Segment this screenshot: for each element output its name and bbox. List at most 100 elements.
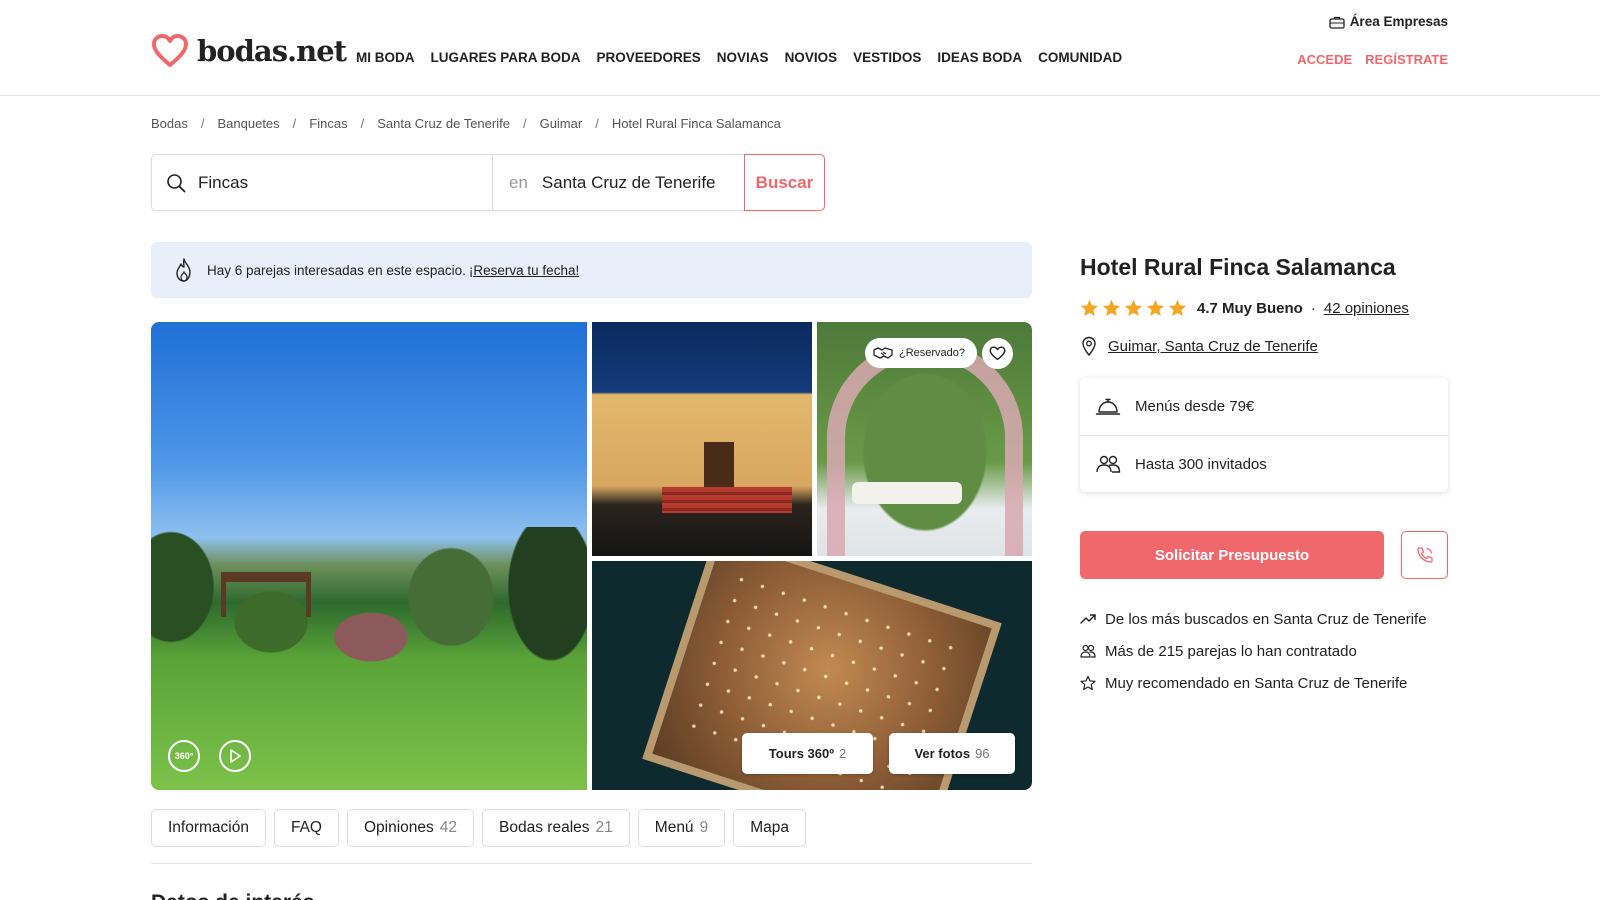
photo-gallery: 360° ¿Reservado? Tours 360º 2 Ver fotos … [151, 322, 1032, 790]
highlight-item: De los más buscados en Santa Cruz de Ten… [1080, 603, 1427, 635]
guests-text: Hasta 300 invitados [1135, 455, 1267, 473]
tab-menu[interactable]: Menú 9 [637, 809, 726, 847]
rating-score: 4.7 Muy Bueno [1197, 299, 1303, 317]
highlight-text: Más de 215 parejas lo han contratado [1105, 642, 1357, 660]
nav-ideas-boda[interactable]: IDEAS BODA [937, 50, 1022, 65]
view-photos-button[interactable]: Ver fotos 96 [889, 733, 1015, 774]
breadcrumb-separator: / [200, 116, 205, 131]
star-icon [1146, 299, 1165, 317]
favorite-button[interactable] [982, 338, 1013, 369]
venue-info-card: Menús desde 79€ Hasta 300 invitados [1080, 378, 1448, 492]
area-empresas-link[interactable]: Área Empresas [1329, 14, 1448, 29]
star-icon [1124, 299, 1143, 317]
nav-comunidad[interactable]: COMUNIDAD [1038, 50, 1122, 65]
breadcrumb-bodas[interactable]: Bodas [151, 116, 188, 131]
breadcrumb-separator: / [292, 116, 297, 131]
tab-label: Mapa [750, 819, 789, 836]
cloche-icon [1095, 398, 1121, 415]
reservado-button[interactable]: ¿Reservado? [865, 338, 978, 368]
view-photos-count: 96 [975, 746, 990, 761]
login-link[interactable]: ACCEDE [1297, 52, 1352, 67]
search-location-prefix: en [509, 172, 528, 192]
handshake-icon [873, 347, 893, 359]
section-tabs: Información FAQ Opiniones 42 Bodas reales… [151, 809, 806, 847]
tab-label: Opiniones [364, 819, 434, 836]
tour-360-label: 360° [174, 751, 194, 761]
photo-trees-decoration [151, 527, 587, 667]
tab-label: Información [168, 819, 249, 836]
nav-novias[interactable]: NOVIAS [717, 50, 769, 65]
breadcrumb-santa-cruz[interactable]: Santa Cruz de Tenerife [377, 116, 510, 131]
rating-stars [1080, 299, 1187, 317]
search-category-field[interactable]: Fincas [152, 155, 493, 210]
banner-text: Hay 6 parejas interesadas en este espaci… [207, 262, 466, 278]
phone-button[interactable] [1401, 531, 1448, 579]
logo-text: bodas.net [197, 34, 347, 68]
people-icon [1096, 455, 1121, 473]
nav-mi-boda[interactable]: MI BODA [356, 50, 415, 65]
breadcrumb-banquetes[interactable]: Banquetes [218, 116, 280, 131]
tab-count: 21 [595, 819, 613, 836]
gallery-photo-garden[interactable]: 360° [151, 322, 587, 790]
venue-rating: 4.7 Muy Bueno · 42 opiniones [1080, 299, 1409, 317]
banner-reserve-link[interactable]: ¡Reserva tu fecha! [469, 263, 579, 278]
site-header: bodas.net MI BODA LUGARES PARA BODA PROV… [0, 0, 1600, 96]
photo-bench-decoration [852, 482, 962, 504]
search-icon [167, 173, 186, 192]
auth-links: ACCEDE REGÍSTRATE [1297, 52, 1448, 67]
tab-faq[interactable]: FAQ [273, 809, 339, 847]
highlight-item: Muy recomendado en Santa Cruz de Tenerif… [1080, 667, 1427, 699]
main-nav: MI BODA LUGARES PARA BODA PROVEEDORES NO… [356, 50, 1122, 65]
map-pin-icon [1082, 336, 1096, 356]
area-empresas-label: Área Empresas [1349, 14, 1448, 29]
photo-flower-arch-decoration [827, 340, 1023, 556]
phone-icon [1416, 547, 1433, 563]
search-bar: Fincas en Santa Cruz de Tenerife Buscar [151, 154, 825, 211]
tab-count: 42 [439, 819, 458, 836]
tab-label: Menú [654, 819, 694, 836]
reviews-link[interactable]: 42 opiniones [1324, 300, 1409, 317]
nav-novios[interactable]: NOVIOS [785, 50, 838, 65]
view-photos-label: Ver fotos [914, 746, 971, 761]
tab-bodas-reales[interactable]: Bodas reales 21 [482, 809, 630, 847]
menu-price-text: Menús desde 79€ [1135, 398, 1255, 415]
tab-informacion[interactable]: Información [151, 809, 266, 847]
menu-price-row: Menús desde 79€ [1080, 378, 1448, 435]
nav-lugares-para-boda[interactable]: LUGARES PARA BODA [431, 50, 581, 65]
section-heading-datos-de-interes: Datos de interés [151, 891, 314, 900]
star-icon [1080, 299, 1099, 317]
tours-360-count: 2 [838, 746, 847, 761]
register-link[interactable]: REGÍSTRATE [1365, 52, 1448, 67]
search-button[interactable]: Buscar [744, 154, 825, 211]
gallery-photo-house[interactable] [592, 322, 812, 556]
search-location-value: Santa Cruz de Tenerife [541, 172, 716, 192]
highlight-text: Muy recomendado en Santa Cruz de Tenerif… [1105, 674, 1408, 692]
rating-separator: · [1310, 299, 1316, 317]
guests-row: Hasta 300 invitados [1080, 435, 1448, 492]
photo-pergola-decoration [221, 572, 311, 617]
star-icon [1168, 299, 1187, 317]
search-location-field[interactable]: en Santa Cruz de Tenerife [493, 155, 744, 210]
nav-vestidos[interactable]: VESTIDOS [853, 50, 921, 65]
tab-opiniones[interactable]: Opiniones 42 [347, 809, 475, 847]
tour-360-icon[interactable]: 360° [168, 740, 200, 772]
request-quote-button[interactable]: Solicitar Presupuesto [1080, 531, 1384, 579]
tours-360-button[interactable]: Tours 360º 2 [742, 733, 873, 774]
star-icon [1102, 299, 1121, 317]
star-outline-icon [1080, 675, 1096, 691]
location-link[interactable]: Guimar, Santa Cruz de Tenerife [1108, 338, 1318, 355]
breadcrumb-guimar[interactable]: Guimar [540, 116, 583, 131]
tabs-divider [151, 863, 1032, 864]
site-logo[interactable]: bodas.net [151, 34, 347, 68]
play-video-icon[interactable] [219, 740, 251, 772]
tours-360-label: Tours 360º [768, 746, 834, 761]
highlight-text: De los más buscados en Santa Cruz de Ten… [1105, 610, 1427, 628]
search-category-value: Fincas [198, 172, 249, 192]
venue-location: Guimar, Santa Cruz de Tenerife [1080, 336, 1318, 356]
briefcase-icon [1329, 16, 1345, 29]
breadcrumb-fincas[interactable]: Fincas [309, 116, 347, 131]
tab-mapa[interactable]: Mapa [733, 809, 806, 847]
breadcrumb-separator: / [360, 116, 365, 131]
play-triangle-icon [230, 749, 241, 763]
nav-proveedores[interactable]: PROVEEDORES [597, 50, 701, 65]
